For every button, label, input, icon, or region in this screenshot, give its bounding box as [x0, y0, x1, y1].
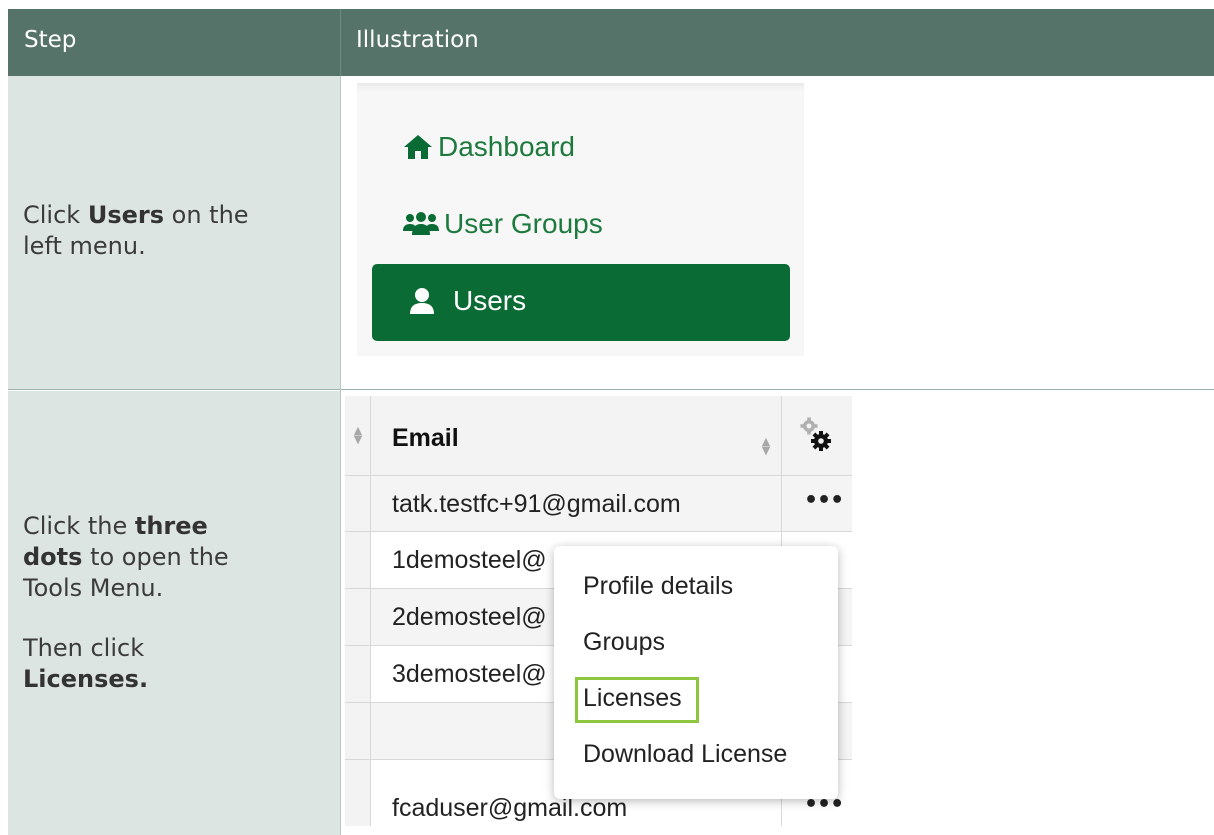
home-icon [402, 132, 438, 162]
step-cell-1: Click Users on the left menu. [8, 76, 340, 390]
menu-item-licenses[interactable]: Licenses [583, 684, 682, 713]
step-2-bold-licenses: Licenses. [23, 665, 149, 693]
email-cell: 1demosteel@ [392, 546, 547, 574]
users-group-icon [402, 209, 444, 239]
table-header: Step Illustration [8, 9, 1214, 76]
email-header-label: Email [392, 424, 459, 452]
column-settings[interactable] [782, 396, 852, 475]
menu-label-dashboard: Dashboard [438, 131, 575, 162]
menu-label-users: Users [453, 285, 527, 316]
step-cell-2: Click the three dots to open the Tools M… [8, 391, 340, 835]
step-1-line-1: Click Users on the [23, 201, 249, 229]
table-row[interactable]: tatk.testfc+91@gmail.com ••• [345, 476, 852, 532]
sort-icon[interactable]: ▲ ▼ [759, 436, 773, 456]
header-illustration: Illustration [356, 27, 479, 53]
table-header-row: ▲ ▼ Email ▲ ▼ [345, 396, 852, 476]
gear-icon [797, 414, 837, 462]
menu-item-users[interactable]: Users [372, 264, 790, 341]
email-column-header[interactable]: Email ▲ ▼ [371, 396, 782, 475]
more-options-button[interactable]: ••• [804, 488, 844, 513]
menu-item-download-license[interactable]: Download License [583, 740, 787, 769]
menu-item-profile-details[interactable]: Profile details [583, 572, 733, 601]
menu-item-user-groups[interactable]: User Groups [402, 208, 603, 240]
step-2-bold-three: three [134, 512, 208, 540]
step-1-bold-users: Users [87, 201, 164, 229]
tools-menu: Profile details Groups Licenses Download… [554, 546, 838, 799]
step-1-text: Click Users on the left menu. [23, 200, 249, 262]
header-step: Step [24, 27, 77, 53]
user-icon [409, 286, 453, 316]
menu-label-user-groups: User Groups [444, 208, 603, 239]
email-cell: tatk.testfc+91@gmail.com [392, 490, 681, 518]
row-divider [8, 389, 1214, 390]
menu-screenshot: Dashboard User Groups Users [357, 83, 804, 356]
email-cell: 3demosteel@ [392, 660, 547, 688]
menu-item-dashboard[interactable]: Dashboard [402, 131, 575, 163]
menu-item-groups[interactable]: Groups [583, 628, 665, 657]
step-1-line-2: left menu. [23, 232, 146, 260]
step-2-text: Click the three dots to open the Tools M… [23, 512, 229, 693]
header-divider [340, 9, 341, 76]
sort-icon[interactable]: ▲ ▼ [351, 425, 365, 445]
column-divider [340, 76, 341, 835]
email-cell: 2demosteel@ [392, 603, 547, 631]
step-2-bold-dots: dots [23, 543, 83, 571]
